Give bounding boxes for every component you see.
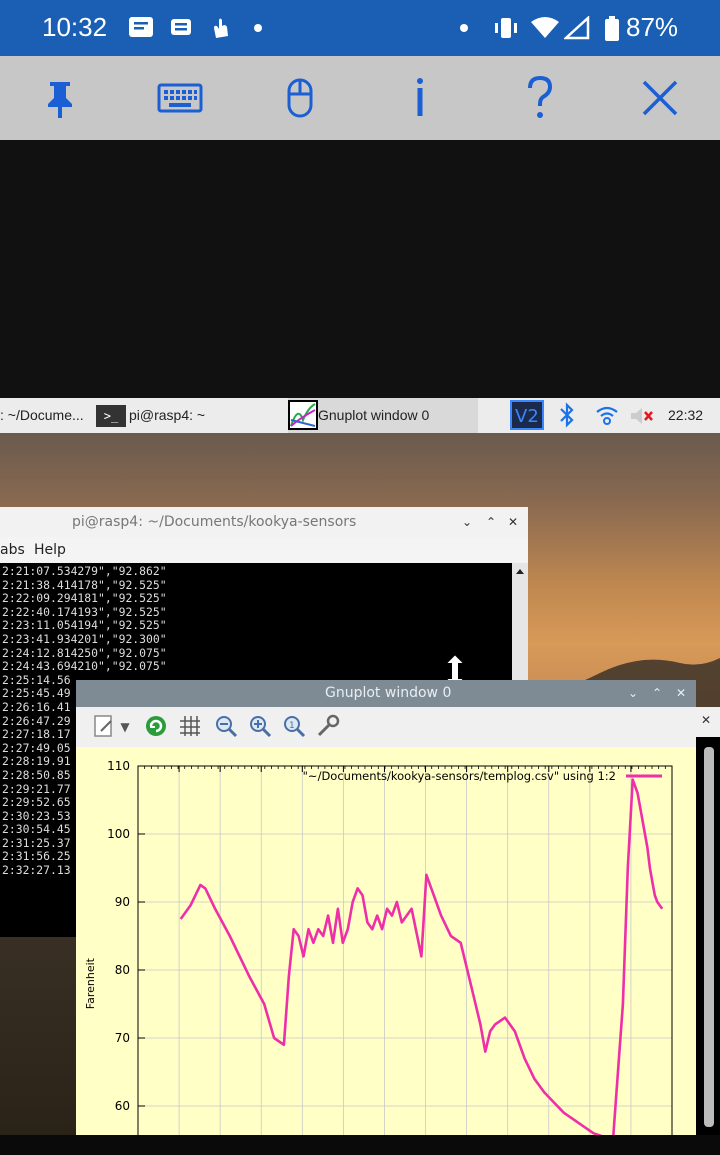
battery-icon <box>604 16 620 48</box>
message-icon <box>128 16 154 46</box>
bluetooth-icon[interactable] <box>556 402 578 431</box>
close-icon[interactable] <box>636 74 684 122</box>
background-window-scrollbar[interactable] <box>704 747 714 1127</box>
gnuplot-plot-area[interactable]: 60 70 80 90 100 110 Farenheit "~/Documents/ko… <box>76 747 696 1143</box>
y-tick-label: 100 <box>107 827 130 841</box>
gesture-icon <box>210 16 232 46</box>
news-icon <box>170 16 192 44</box>
volume-muted-icon[interactable] <box>628 404 656 431</box>
zoom-out-icon[interactable] <box>212 713 240 741</box>
task-terminal-label: pi@rasp4: ~ <box>129 407 206 423</box>
keyboard-icon[interactable] <box>156 74 204 122</box>
close-icon[interactable]: ✕ <box>676 680 686 707</box>
terminal-line: 2:22:40.174193","92.525" <box>2 604 167 619</box>
vnc-toolbar <box>0 56 720 140</box>
android-status-bar: 10:32 87% <box>0 0 720 56</box>
legend-label: "~/Documents/kookya-sensors/templog.csv"… <box>303 769 616 783</box>
terminal-line: 2:21:38.414178","92.525" <box>2 577 167 592</box>
terminal-line: 2:22:09.294181","92.525" <box>2 591 167 606</box>
terminal-icon: >_ <box>96 405 126 428</box>
gnuplot-window[interactable]: Gnuplot window 0 ⌄ ⌃ ✕ ▼ 1 60 70 80 90 1… <box>76 680 696 1143</box>
gnuplot-app-icon <box>288 399 318 430</box>
help-icon[interactable] <box>516 74 564 122</box>
close-icon[interactable]: ✕ <box>508 507 518 537</box>
close-icon[interactable]: ✕ <box>701 713 711 727</box>
maximize-icon[interactable]: ⌃ <box>486 507 496 537</box>
background-window-edge: ✕ <box>696 707 720 1135</box>
chart-frame <box>137 765 673 1143</box>
settings-icon[interactable] <box>314 713 342 741</box>
y-tick-label: 80 <box>115 963 130 977</box>
y-tick-label: 70 <box>115 1031 130 1045</box>
y-axis-label: Farenheit <box>84 957 97 1009</box>
signal-icon <box>562 15 590 46</box>
wifi-tray-icon[interactable] <box>594 404 620 431</box>
gnuplot-toolbar: ▼ 1 <box>76 707 696 747</box>
zoom-in-icon[interactable] <box>246 713 274 741</box>
battery-percent: 87% <box>626 12 679 42</box>
y-tick-label: 60 <box>115 1099 130 1113</box>
terminal-line: 2:24:12.814250","92.075" <box>2 645 167 660</box>
task-documents[interactable]: : ~/Docume... <box>0 398 92 433</box>
taskbar-clock: 22:32 <box>668 407 704 423</box>
terminal-line: 2:23:11.054194","92.525" <box>2 618 167 633</box>
y-tick-label: 90 <box>115 895 130 909</box>
replot-icon[interactable] <box>142 713 170 741</box>
terminal-line: 2:23:41.934201","92.300" <box>2 631 167 646</box>
task-gnuplot-label: Gnuplot window 0 <box>318 407 430 423</box>
dot-icon <box>252 18 264 44</box>
maximize-icon[interactable]: ⌃ <box>652 680 662 707</box>
android-nav-bar <box>0 1135 720 1155</box>
terminal-line: 2:21:07.534279","92.862" <box>2 564 167 578</box>
grid-icon[interactable] <box>176 713 204 741</box>
y-axis-ticks: 60 70 80 90 100 110 <box>107 759 145 1113</box>
minimize-icon[interactable]: ⌄ <box>462 507 472 537</box>
zoom-reset-icon[interactable]: 1 <box>280 713 308 741</box>
menu-help[interactable]: Help <box>34 537 66 563</box>
dropdown-icon[interactable]: ▼ <box>118 713 132 741</box>
chart-grid <box>138 765 672 1140</box>
task-gnuplot[interactable]: Gnuplot window 0 <box>288 398 478 433</box>
vibrate-icon <box>492 16 520 46</box>
pi-taskbar: : ~/Docume... >_ pi@rasp4: ~ Gnuplot wind… <box>0 398 720 433</box>
vnc-tray-icon[interactable]: V2 <box>510 400 544 430</box>
minimize-icon[interactable]: ⌄ <box>628 680 638 707</box>
gnuplot-title: Gnuplot window 0 <box>325 685 452 701</box>
menu-tabs[interactable]: abs <box>0 537 25 563</box>
svg-text:V2: V2 <box>515 406 539 427</box>
status-time: 10:32 <box>42 12 108 42</box>
mouse-icon[interactable] <box>276 74 324 122</box>
task-terminal[interactable]: >_ pi@rasp4: ~ <box>96 398 282 433</box>
svg-text:1: 1 <box>289 721 295 731</box>
copy-icon[interactable] <box>90 713 118 741</box>
info-icon[interactable] <box>396 74 444 122</box>
temperature-chart: 60 70 80 90 100 110 Farenheit "~/Documents/ko… <box>84 759 673 1143</box>
pin-icon[interactable] <box>36 74 84 122</box>
dot-icon <box>458 18 470 44</box>
terminal-line: 2:24:43.694210","92.075" <box>2 659 167 674</box>
terminal-titlebar[interactable]: pi@rasp4: ~/Documents/kookya-sensors ⌄ ⌃… <box>0 507 528 537</box>
y-tick-label: 110 <box>107 759 130 773</box>
wifi-icon <box>530 16 560 46</box>
terminal-menubar: abs Help <box>0 537 528 563</box>
gnuplot-titlebar[interactable]: Gnuplot window 0 ⌄ ⌃ ✕ <box>76 680 696 707</box>
remote-screen-blank-area <box>0 140 720 398</box>
terminal-title: pi@rasp4: ~/Documents/kookya-sensors <box>72 514 357 530</box>
